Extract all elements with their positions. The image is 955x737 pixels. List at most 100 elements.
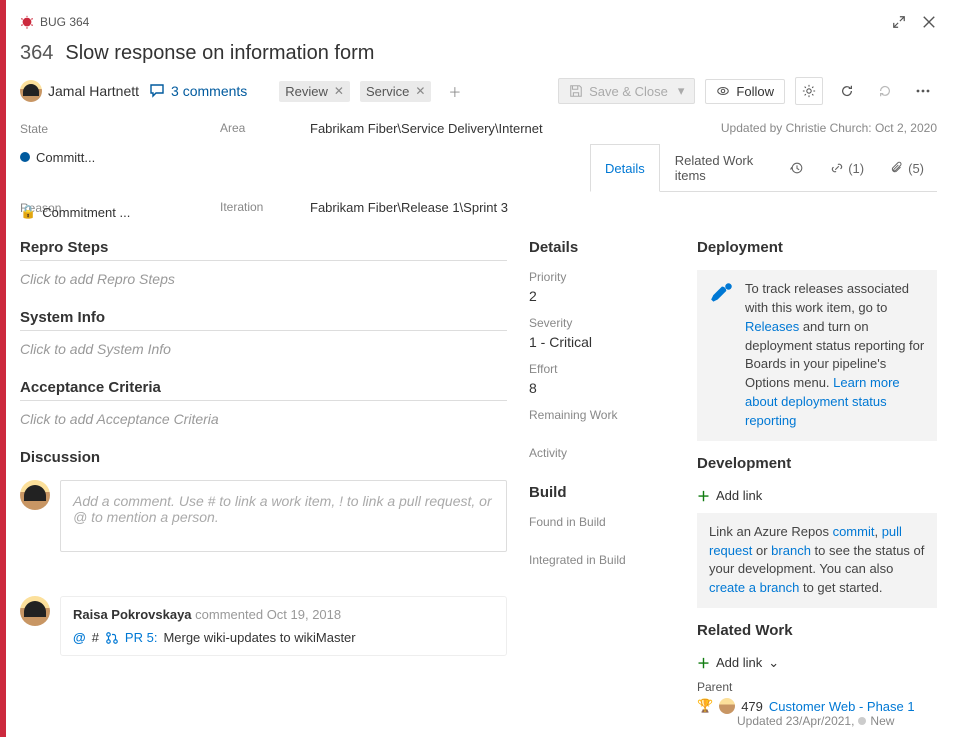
comment-icon — [149, 83, 165, 99]
deployment-info: To track releases associated with this w… — [697, 270, 937, 441]
comment-item: Raisa Pokrovskaya commented Oct 19, 2018… — [20, 596, 507, 656]
tag-service[interactable]: Service ✕ — [360, 81, 431, 102]
comment-input[interactable]: Add a comment. Use # to link a work item… — [60, 480, 507, 552]
settings-button[interactable] — [795, 77, 823, 105]
add-related-link-button[interactable]: ＋ Add link ⌄ — [697, 653, 937, 672]
more-actions-button[interactable] — [909, 77, 937, 105]
add-tag-button[interactable]: ＋ — [441, 79, 468, 104]
development-info: Link an Azure Repos commit, pull request… — [697, 513, 937, 608]
save-label: Save & Close — [589, 84, 668, 99]
commit-link[interactable]: commit — [833, 524, 875, 539]
refresh-icon — [840, 84, 854, 98]
tag-remove-icon[interactable]: ✕ — [415, 84, 425, 98]
tab-attachments[interactable]: (5) — [877, 144, 937, 191]
comments-link[interactable]: 3 comments — [149, 83, 247, 99]
pr-link[interactable]: PR 5: — [125, 630, 158, 645]
severity-label: Severity — [529, 316, 679, 330]
epic-icon: 🏆 — [697, 698, 713, 714]
assignee-name: Jamal Hartnett — [48, 83, 139, 99]
related-updated: Updated 23/Apr/2021, — [737, 714, 854, 728]
system-info-field[interactable]: Click to add System Info — [20, 341, 507, 357]
chevron-down-icon: ⌄ — [768, 655, 779, 671]
tab-history[interactable] — [777, 144, 817, 191]
state-dot — [858, 717, 866, 725]
link-icon — [830, 161, 844, 175]
topbar: BUG 364 — [20, 10, 937, 34]
avatar — [719, 698, 735, 714]
mention-token[interactable]: @ — [73, 630, 86, 645]
expand-icon[interactable] — [891, 14, 907, 30]
follow-button[interactable]: Follow — [705, 79, 785, 104]
tag-remove-icon[interactable]: ✕ — [334, 84, 344, 98]
right-column: Deployment To track releases associated … — [697, 235, 937, 737]
rocket-icon — [709, 280, 735, 306]
found-in-build[interactable]: Found in Build — [529, 515, 679, 529]
close-icon[interactable] — [921, 14, 937, 30]
comments-count: 3 comments — [171, 83, 247, 99]
severity-value[interactable]: 1 - Critical — [529, 334, 679, 350]
pull-request-icon — [105, 631, 119, 645]
related-state: New — [870, 714, 894, 728]
follow-label: Follow — [736, 84, 774, 99]
lock-icon: 🔒 — [20, 204, 36, 220]
tab-related[interactable]: Related Work items — [660, 144, 777, 191]
assignee[interactable]: Jamal Hartnett — [20, 80, 139, 102]
chevron-down-icon[interactable]: ▾ — [678, 83, 685, 99]
tag-review[interactable]: Review ✕ — [279, 81, 350, 102]
related-id: 479 — [741, 699, 763, 714]
avatar — [20, 596, 50, 626]
system-info-heading: System Info — [20, 309, 507, 331]
gear-icon — [802, 84, 816, 98]
undo-button[interactable] — [871, 77, 899, 105]
development-heading: Development — [697, 455, 937, 476]
refresh-button[interactable] — [833, 77, 861, 105]
deployment-heading: Deployment — [697, 239, 937, 260]
acceptance-criteria-field[interactable]: Click to add Acceptance Criteria — [20, 411, 507, 427]
related-parent-label: Parent — [697, 680, 937, 694]
effort-value[interactable]: 8 — [529, 380, 679, 396]
work-item-type-label: BUG 364 — [40, 15, 89, 29]
meta-row: Jamal Hartnett 3 comments Review ✕ Servi… — [20, 75, 937, 107]
effort-label: Effort — [529, 362, 679, 376]
build-heading: Build — [529, 484, 679, 505]
repro-steps-field[interactable]: Click to add Repro Steps — [20, 271, 507, 287]
related-link[interactable]: Customer Web - Phase 1 — [769, 699, 915, 714]
area-value[interactable]: Fabrikam Fiber\Service Delivery\Internet — [310, 121, 590, 136]
bug-icon — [20, 15, 34, 29]
title-row: 364 Slow response on information form — [20, 42, 937, 65]
hash-token[interactable]: # — [92, 630, 99, 645]
attachment-icon — [890, 161, 904, 175]
remaining-work-label[interactable]: Remaining Work — [529, 408, 679, 422]
create-branch-link[interactable]: create a branch — [709, 580, 799, 595]
save-button[interactable]: Save & Close ▾ — [558, 78, 695, 104]
comment-text: Merge wiki-updates to wikiMaster — [163, 630, 355, 645]
comment-meta: commented Oct 19, 2018 — [195, 607, 341, 622]
tag-label: Review — [285, 84, 328, 99]
priority-label: Priority — [529, 270, 679, 284]
details-heading: Details — [529, 239, 679, 260]
repro-steps-heading: Repro Steps — [20, 239, 507, 261]
details-column: Details Priority 2 Severity 1 - Critical… — [529, 235, 679, 737]
activity-label[interactable]: Activity — [529, 446, 679, 460]
releases-link[interactable]: Releases — [745, 319, 799, 334]
discussion-heading: Discussion — [20, 449, 507, 470]
priority-value[interactable]: 2 — [529, 288, 679, 304]
plus-icon: ＋ — [697, 653, 710, 672]
save-icon — [569, 84, 583, 98]
avatar — [20, 80, 42, 102]
reason-value[interactable]: Commitment ... — [42, 205, 130, 220]
acceptance-criteria-heading: Acceptance Criteria — [20, 379, 507, 401]
work-item-title[interactable]: Slow response on information form — [65, 42, 374, 65]
iteration-value[interactable]: Fabrikam Fiber\Release 1\Sprint 3 — [310, 200, 590, 215]
tab-details[interactable]: Details — [590, 144, 660, 192]
add-link-button[interactable]: ＋ Add link — [697, 486, 937, 505]
branch-link[interactable]: branch — [771, 543, 811, 558]
ellipsis-icon — [916, 89, 930, 93]
integrated-in-build[interactable]: Integrated in Build — [529, 553, 679, 567]
state-value[interactable]: Committ... — [36, 150, 95, 165]
state-dot — [20, 152, 30, 162]
tag-label: Service — [366, 84, 409, 99]
comment-author: Raisa Pokrovskaya — [73, 607, 192, 622]
tab-links[interactable]: (1) — [817, 144, 877, 191]
undo-icon — [878, 84, 892, 98]
